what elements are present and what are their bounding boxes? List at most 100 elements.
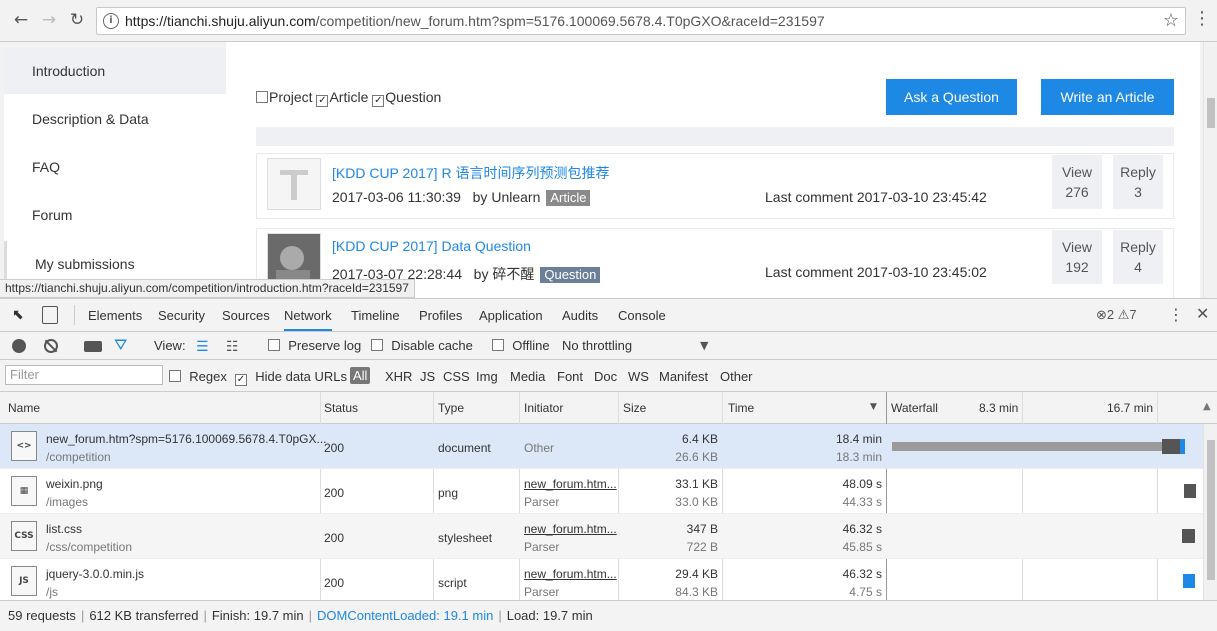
error-warning-counts[interactable]: ⊗2 ⚠7 [1096,307,1137,323]
record-icon[interactable] [12,339,26,353]
filter-icon[interactable]: ⛛ [114,335,127,355]
filter-type-ws[interactable]: WS [628,369,649,384]
article-checkbox[interactable]: ✓ [316,95,329,107]
forum-filters: Project ✓ Article ✓ Question [256,89,441,107]
tab-audits[interactable]: Audits [562,308,598,323]
column-time[interactable]: Time [728,401,754,415]
disable-cache-checkbox[interactable] [371,339,383,351]
devtools-menu-icon[interactable]: ⋮ [1168,305,1184,324]
chevron-down-icon[interactable]: ▼ [700,339,708,352]
regex-checkbox[interactable] [169,370,181,382]
tab-profiles[interactable]: Profiles [419,308,462,323]
filter-type-doc[interactable]: Doc [594,369,617,384]
hide-data-urls-checkbox[interactable]: ✓ [235,374,247,386]
table-row[interactable]: CSS list.css /css/competition 200 styles… [0,514,1203,559]
filter-article[interactable]: ✓ Article [316,89,368,107]
request-name[interactable]: list.css [46,522,82,536]
device-toolbar-icon[interactable] [42,306,58,324]
request-list-scrollbar[interactable] [1203,424,1217,600]
column-waterfall[interactable]: Waterfall [891,401,938,415]
column-type[interactable]: Type [438,401,464,415]
info-icon[interactable]: i [103,13,119,29]
table-row[interactable]: JS jquery-3.0.0.min.js /js 200 script ne… [0,559,1203,600]
sidebar-item-faq[interactable]: FAQ [4,144,226,190]
inspect-element-icon[interactable]: ⬉ [12,307,24,323]
overview-icon[interactable]: ☷ [226,339,239,355]
js-file-icon: JS [11,566,37,596]
ask-question-button[interactable]: Ask a Question [886,79,1017,115]
project-checkbox[interactable] [256,91,268,103]
request-status: 200 [324,441,345,455]
back-arrow-icon[interactable]: ← [10,9,32,31]
throttling-select[interactable]: No throttling [562,338,632,353]
request-latency: 4.75 s [849,585,882,599]
url-text: https://tianchi.shuju.aliyun.com/competi… [125,13,825,29]
column-status[interactable]: Status [324,401,358,415]
large-rows-icon[interactable]: ☰ [196,339,209,355]
browser-menu-icon[interactable]: ⋮ [1193,9,1211,29]
request-latency: 44.33 s [842,495,882,509]
post-meta: 2017-03-06 11:30:39 by Unlearn Article [332,189,591,206]
filter-type-img[interactable]: Img [476,369,498,384]
filter-project[interactable]: Project [256,89,313,105]
bookmark-star-icon[interactable]: ☆ [1163,10,1179,31]
column-initiator[interactable]: Initiator [524,401,563,415]
scroll-up-icon[interactable]: ▲ [1203,401,1211,412]
post-author[interactable]: Unlearn [491,189,540,205]
hide-data-urls-toggle[interactable]: ✓ Hide data URLs [235,369,347,386]
forward-arrow-icon[interactable]: → [38,9,60,31]
preserve-log-checkbox[interactable] [268,339,280,351]
tab-network[interactable]: Network [284,308,332,331]
tab-console[interactable]: Console [618,308,666,323]
filter-input[interactable]: Filter [5,365,163,385]
request-name[interactable]: new_forum.htm?spm=5176.100069.5678.4.T0p… [46,432,327,446]
filter-type-css[interactable]: CSS [443,369,470,384]
disable-cache-toggle[interactable]: Disable cache [371,338,473,353]
capture-screenshots-icon[interactable] [84,341,102,352]
tab-elements[interactable]: Elements [88,308,142,323]
filter-type-media[interactable]: Media [510,369,545,384]
request-initiator[interactable]: new_forum.htm... [524,567,617,581]
page-scrollbar[interactable] [1203,42,1217,298]
request-initiator[interactable]: new_forum.htm... [524,477,617,491]
address-bar[interactable]: i https://tianchi.shuju.aliyun.com/compe… [96,7,1186,35]
post-title-link[interactable]: [KDD CUP 2017] R 语言时间序列预测包推荐 [332,163,609,183]
table-row[interactable]: <> new_forum.htm?spm=5176.100069.5678.4.… [0,424,1203,469]
request-name[interactable]: weixin.png [46,477,103,491]
regex-toggle[interactable]: Regex [169,369,227,384]
request-size: 29.4 KB [675,567,718,581]
question-checkbox[interactable]: ✓ [372,95,385,107]
tab-timeline[interactable]: Timeline [351,308,400,323]
clear-icon[interactable] [44,339,58,353]
post-title-link[interactable]: [KDD CUP 2017] Data Question [332,238,531,254]
filter-type-xhr[interactable]: XHR [385,369,412,384]
filter-type-font[interactable]: Font [557,369,583,384]
request-initiator[interactable]: new_forum.htm... [524,522,617,536]
error-icon: ⊗ [1096,307,1107,322]
filter-question[interactable]: ✓ Question [372,89,441,107]
filter-type-js[interactable]: JS [420,369,435,384]
post-tag: Article [546,190,591,206]
request-type: script [438,576,467,590]
offline-checkbox[interactable] [492,339,504,351]
preserve-log-toggle[interactable]: Preserve log [268,338,361,353]
filter-type-other[interactable]: Other [720,369,753,384]
tab-application[interactable]: Application [479,308,543,323]
tab-security[interactable]: Security [158,308,205,323]
write-article-button[interactable]: Write an Article [1041,79,1174,115]
sidebar-item-description-data[interactable]: Description & Data [4,96,226,142]
offline-toggle[interactable]: Offline [492,338,550,353]
dom-content-loaded: DOMContentLoaded: 19.1 min [317,608,494,623]
sidebar-item-forum[interactable]: Forum [4,192,226,238]
filter-type-all[interactable]: All [350,367,371,384]
table-row[interactable]: ▦ weixin.png /images 200 png new_forum.h… [0,469,1203,514]
close-devtools-icon[interactable]: ✕ [1196,304,1209,323]
post-author[interactable]: 碎不醒 [492,266,534,282]
request-name[interactable]: jquery-3.0.0.min.js [46,567,144,581]
sidebar-item-introduction[interactable]: Introduction [4,48,226,94]
column-name[interactable]: Name [8,401,40,415]
filter-type-manifest[interactable]: Manifest [659,369,708,384]
column-size[interactable]: Size [623,401,646,415]
tab-sources[interactable]: Sources [222,308,270,323]
reload-icon[interactable]: ↻ [66,9,88,31]
